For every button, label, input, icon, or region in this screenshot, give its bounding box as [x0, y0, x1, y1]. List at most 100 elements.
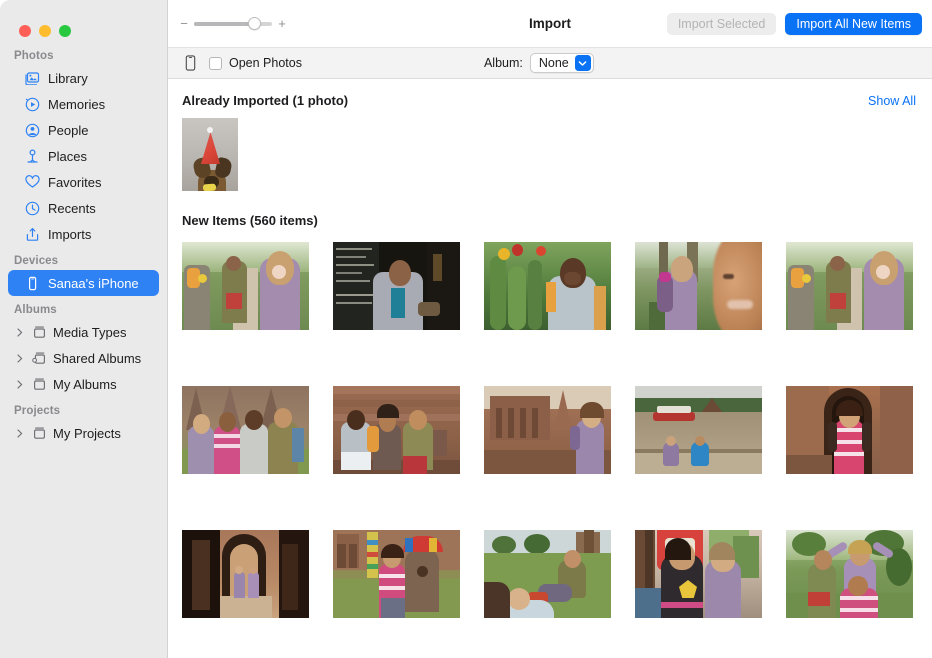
sidebar-item-media-types[interactable]: Media Types [8, 319, 159, 345]
photo-thumbnail[interactable] [786, 386, 913, 474]
sidebar-section-projects-title: Projects [0, 397, 167, 420]
photo-woman-walking-brick-ruins [484, 386, 611, 474]
photo-thumbnail[interactable] [182, 242, 309, 330]
photo-cell[interactable] [635, 530, 762, 618]
photo-thumbnail[interactable] [484, 242, 611, 330]
zoom-slider-track[interactable] [194, 22, 272, 26]
minimize-button[interactable] [39, 25, 51, 37]
import-content[interactable]: Already Imported (1 photo) Show All [168, 79, 932, 658]
photo-thumbnail[interactable] [333, 386, 460, 474]
album-icon [31, 425, 48, 442]
people-icon [24, 122, 41, 139]
zoom-in-label[interactable]: + [278, 17, 286, 30]
sidebar-item-label: Favorites [48, 176, 101, 189]
photo-cell[interactable] [635, 242, 762, 330]
photo-thumbnail[interactable] [182, 530, 309, 618]
photo-cell[interactable] [484, 530, 611, 618]
album-popup-button[interactable]: None [530, 53, 594, 73]
photo-couple-resting-on-grass [484, 530, 611, 618]
photo-cell[interactable] [786, 242, 913, 330]
zoom-slider[interactable]: − + [180, 17, 286, 30]
clock-icon [24, 200, 41, 217]
sidebar-item-people[interactable]: People [8, 117, 159, 143]
zoom-button[interactable] [59, 25, 71, 37]
album-selected-value: None [539, 56, 569, 70]
sidebar-item-my-albums[interactable]: My Albums [8, 371, 159, 397]
sidebar-item-places[interactable]: Places [8, 143, 159, 169]
photo-thumbnail[interactable] [182, 386, 309, 474]
sidebar-item-label: My Projects [53, 427, 121, 440]
main-area: − + Import Import Selected Import All Ne… [168, 0, 932, 658]
zoom-slider-thumb[interactable] [248, 17, 261, 30]
photo-thumbnail[interactable] [333, 242, 460, 330]
photo-cell[interactable] [786, 530, 913, 618]
sidebar-item-label: Shared Albums [53, 352, 141, 365]
sidebar-item-label: People [48, 124, 88, 137]
photo-woman-temple-doorway [786, 386, 913, 474]
chevron-right-icon[interactable] [14, 354, 26, 363]
photo-cell[interactable] [182, 242, 309, 330]
photo-cell[interactable] [635, 386, 762, 474]
photo-cell[interactable] [333, 530, 460, 618]
sidebar-item-label: Sanaa's iPhone [48, 277, 139, 290]
library-icon [24, 70, 41, 87]
memories-icon [24, 96, 41, 113]
photo-cell[interactable] [786, 386, 913, 474]
sidebar-item-imports[interactable]: Imports [8, 221, 159, 247]
chevron-right-icon[interactable] [14, 328, 26, 337]
close-button[interactable] [19, 25, 31, 37]
photo-thumbnail[interactable] [484, 530, 611, 618]
iphone-icon [24, 275, 41, 292]
photo-thumbnail[interactable] [635, 242, 762, 330]
photo-thumbnail[interactable] [635, 386, 762, 474]
photo-thumbnail[interactable] [635, 530, 762, 618]
show-all-link[interactable]: Show All [868, 94, 916, 108]
chevron-right-icon[interactable] [14, 380, 26, 389]
photo-two-women-in-vehicle [635, 530, 762, 618]
zoom-out-label[interactable]: − [180, 17, 188, 30]
sidebar-item-label: Memories [48, 98, 105, 111]
sidebar-item-memories[interactable]: Memories [8, 91, 159, 117]
photo-cell[interactable] [333, 386, 460, 474]
photos-import-window: Photos Library Memories People Places [0, 0, 932, 658]
sidebar-section-devices-title: Devices [0, 247, 167, 270]
sidebar: Photos Library Memories People Places [0, 0, 168, 658]
sidebar-item-recents[interactable]: Recents [8, 195, 159, 221]
sidebar-item-shared-albums[interactable]: Shared Albums [8, 345, 159, 371]
heart-icon [24, 174, 41, 191]
photo-thumbnail[interactable] [182, 118, 238, 191]
photo-thumbnail[interactable] [333, 530, 460, 618]
album-icon [31, 324, 48, 341]
photo-four-friends-temple-ruins [182, 386, 309, 474]
chevron-right-icon[interactable] [14, 429, 26, 438]
photo-cell[interactable] [182, 386, 309, 474]
photo-man-tropical-flowers [484, 242, 611, 330]
zoom-slider-fill [194, 22, 255, 26]
photo-two-travelers-garden-path [182, 242, 309, 330]
photo-riverbank-with-boat [635, 386, 762, 474]
sidebar-item-sanaas-iphone[interactable]: Sanaa's iPhone [8, 270, 159, 296]
import-options-bar: Open Photos Album: None [168, 48, 932, 79]
photo-travelers-temple-corridor [182, 530, 309, 618]
import-all-new-items-button[interactable]: Import All New Items [785, 13, 922, 35]
sidebar-item-my-projects[interactable]: My Projects [8, 420, 159, 446]
photo-woman-backpack-closeup-face [635, 242, 762, 330]
section-title: Already Imported (1 photo) [182, 93, 348, 108]
photo-three-friends-brick-steps [333, 386, 460, 474]
toolbar: − + Import Import Selected Import All Ne… [168, 0, 932, 48]
open-photos-checkbox[interactable] [209, 57, 222, 70]
photo-cell[interactable] [182, 530, 309, 618]
photo-thumbnail[interactable] [484, 386, 611, 474]
photo-cell[interactable] [333, 242, 460, 330]
sidebar-item-label: Recents [48, 202, 96, 215]
photo-thumbnail[interactable] [786, 242, 913, 330]
photo-thumbnail[interactable] [786, 530, 913, 618]
sidebar-item-library[interactable]: Library [8, 65, 159, 91]
sidebar-item-favorites[interactable]: Favorites [8, 169, 159, 195]
shared-album-icon [31, 350, 48, 367]
photo-cell[interactable] [484, 242, 611, 330]
photo-cell[interactable] [484, 386, 611, 474]
places-icon [24, 148, 41, 165]
import-selected-button[interactable]: Import Selected [667, 13, 777, 35]
chevron-down-icon[interactable] [575, 55, 591, 71]
